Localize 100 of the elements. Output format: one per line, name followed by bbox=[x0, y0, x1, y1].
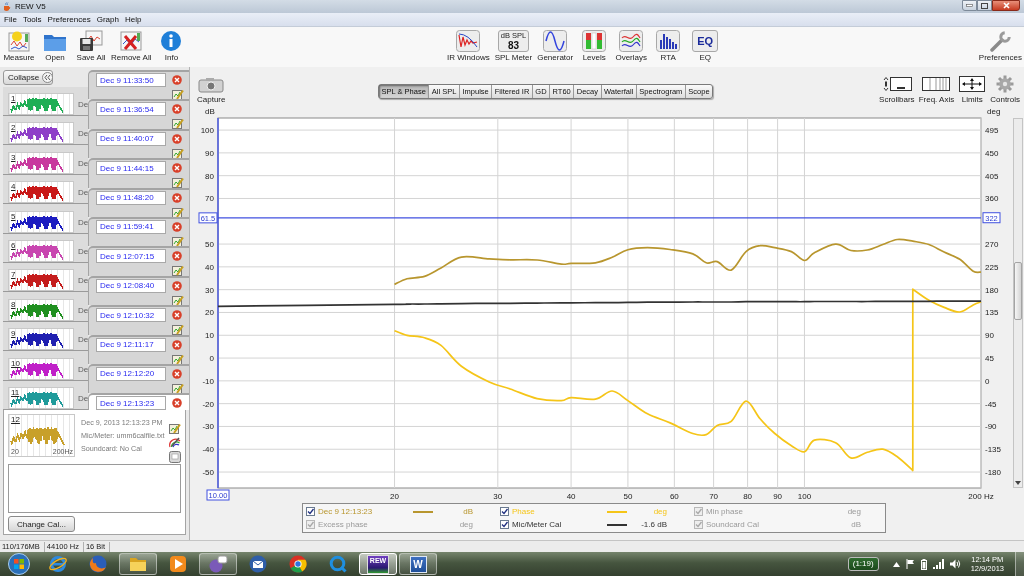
change-cal-button[interactable]: Change Cal... bbox=[8, 516, 75, 533]
tricolor-circle-icon[interactable] bbox=[288, 554, 308, 574]
taskbar-button[interactable] bbox=[199, 553, 237, 575]
start-orb-icon[interactable] bbox=[8, 553, 30, 575]
measurement-tab[interactable]: Dec 9 12:13:23 bbox=[88, 393, 189, 411]
measurement-name-field[interactable]: Dec 9 11:44:15 bbox=[96, 161, 166, 176]
measurement-tab[interactable]: Dec 9 11:48:20 bbox=[88, 187, 189, 217]
measurement-tab[interactable]: Dec 9 11:59:41 bbox=[88, 216, 189, 247]
measurement-row[interactable]: 1 De bbox=[3, 86, 88, 116]
marker-line[interactable] bbox=[217, 217, 982, 219]
measurement-row[interactable]: 8 De bbox=[3, 292, 88, 322]
close-icon[interactable] bbox=[172, 133, 182, 144]
checkbox-icon[interactable] bbox=[500, 507, 509, 516]
measurement-tab[interactable]: Dec 9 12:08:40 bbox=[88, 275, 189, 306]
measurement-row[interactable]: 5 De bbox=[3, 204, 88, 234]
envelope-icon[interactable] bbox=[248, 554, 268, 574]
speaker-icon[interactable] bbox=[949, 559, 961, 569]
preferences-button[interactable]: Preferences bbox=[978, 30, 1022, 63]
measurement-tab[interactable]: Dec 9 12:11:17 bbox=[88, 334, 189, 364]
close-icon[interactable] bbox=[172, 310, 182, 321]
close-icon[interactable] bbox=[172, 75, 182, 85]
q-ring-icon[interactable] bbox=[328, 554, 348, 574]
close-icon[interactable] bbox=[172, 339, 182, 350]
graph-thumbnail[interactable]: 4 bbox=[8, 181, 74, 204]
capture-button[interactable]: Capture bbox=[197, 77, 226, 104]
ir-windows-button[interactable]: IR Windows bbox=[447, 30, 490, 63]
graph-thumbnail[interactable]: 7 bbox=[8, 269, 74, 292]
overlays-button[interactable]: Overlays bbox=[615, 30, 648, 63]
measurement-name-field[interactable]: Dec 9 12:12:20 bbox=[96, 366, 166, 381]
scrollbar-thumb[interactable] bbox=[1014, 262, 1022, 320]
menu-item[interactable]: Tools bbox=[19, 15, 45, 24]
close-icon[interactable] bbox=[172, 251, 182, 262]
graph-thumbnail[interactable]: 6 bbox=[8, 239, 74, 262]
measurement-row[interactable]: 7 De bbox=[3, 262, 88, 293]
scroll-down-arrow-icon[interactable] bbox=[1015, 481, 1021, 485]
measurement-name-field[interactable]: Dec 9 11:40:07 bbox=[96, 131, 166, 146]
close-icon[interactable] bbox=[172, 398, 182, 409]
color-arc-icon[interactable] bbox=[169, 437, 181, 449]
menu-item[interactable]: File bbox=[1, 15, 20, 24]
notes-field[interactable] bbox=[8, 464, 181, 514]
measurement-row[interactable]: 3 De bbox=[3, 145, 88, 175]
graph-thumbnail[interactable]: 10 bbox=[8, 357, 74, 380]
close-icon[interactable] bbox=[172, 221, 182, 232]
measurement-tab[interactable]: Dec 9 11:36:54 bbox=[88, 99, 189, 129]
collapse-button[interactable]: Collapse bbox=[3, 70, 53, 85]
show-desktop-button[interactable] bbox=[1015, 552, 1024, 576]
measurement-tab[interactable]: Dec 9 12:07:15 bbox=[88, 246, 189, 276]
taskbar-button[interactable]: W bbox=[399, 553, 437, 575]
measurement-tab[interactable]: Dec 9 12:12:20 bbox=[88, 363, 189, 394]
levels-button[interactable]: Levels bbox=[578, 30, 611, 63]
measurement-row[interactable]: 11 De bbox=[3, 380, 88, 410]
battery-badge[interactable]: (1:19) bbox=[847, 557, 879, 571]
menu-item[interactable]: Graph bbox=[93, 15, 122, 24]
measurement-row[interactable]: 4 De bbox=[3, 174, 88, 205]
scrollbars-button[interactable]: Scrollbars bbox=[879, 75, 915, 104]
checkbox-icon[interactable] bbox=[500, 520, 509, 529]
battery-icon[interactable] bbox=[920, 558, 927, 570]
close-icon[interactable] bbox=[172, 368, 182, 379]
up-arrow-icon[interactable] bbox=[892, 561, 900, 567]
measurement-tab[interactable]: Dec 9 12:10:32 bbox=[88, 305, 189, 335]
graph-thumbnail[interactable]: 5 bbox=[8, 210, 74, 233]
measurement-row[interactable]: 2 De bbox=[3, 116, 88, 146]
close-icon[interactable] bbox=[172, 104, 182, 115]
measurement-name-field[interactable]: Dec 9 11:33:50 bbox=[96, 73, 166, 87]
measurement-tab[interactable]: Dec 9 11:40:07 bbox=[88, 128, 189, 159]
play-icon[interactable] bbox=[168, 554, 188, 574]
signal-bars-icon[interactable] bbox=[932, 559, 944, 569]
rta-button[interactable]: RTA bbox=[652, 30, 685, 63]
globe-icon[interactable] bbox=[88, 554, 108, 574]
info-button[interactable]: Info bbox=[155, 30, 188, 63]
chart-pencil-icon[interactable] bbox=[169, 423, 181, 435]
generator-button[interactable]: Generator bbox=[537, 30, 574, 63]
checkbox-icon[interactable] bbox=[306, 507, 315, 516]
measure-button[interactable]: Measure bbox=[3, 30, 35, 63]
vertical-scrollbar[interactable] bbox=[1013, 118, 1023, 488]
controls-button[interactable]: Controls bbox=[990, 75, 1020, 104]
open-button[interactable]: Open bbox=[39, 30, 71, 63]
orbit-ring-icon[interactable] bbox=[48, 554, 68, 574]
save-all-button[interactable]: Save All bbox=[75, 30, 107, 63]
graph-thumbnail[interactable]: 1 bbox=[8, 93, 74, 115]
limits-button[interactable]: Limits bbox=[958, 75, 987, 104]
measurement-name-field[interactable]: Dec 9 12:07:15 bbox=[96, 249, 166, 264]
measurement-name-field[interactable]: Dec 9 11:36:54 bbox=[96, 102, 166, 117]
graph-thumbnail[interactable]: 9 bbox=[8, 328, 74, 351]
graph-thumbnail[interactable]: 3 bbox=[8, 151, 74, 174]
remove-all-button[interactable]: Remove All bbox=[111, 30, 152, 63]
measurement-name-field[interactable]: Dec 9 12:11:17 bbox=[96, 337, 166, 352]
measurement-name-field[interactable]: Dec 9 11:48:20 bbox=[96, 190, 166, 205]
graph-thumbnail[interactable]: 11 bbox=[8, 386, 74, 409]
small-panel-icon[interactable] bbox=[169, 451, 181, 464]
close-icon[interactable] bbox=[172, 163, 182, 174]
measurement-name-field[interactable]: Dec 9 12:08:40 bbox=[96, 278, 166, 293]
measurement-row[interactable]: 9 De bbox=[3, 321, 88, 352]
freq-axis-button[interactable]: Freq. Axis bbox=[918, 75, 955, 104]
measurement-tab[interactable]: Dec 9 11:33:50 bbox=[88, 70, 189, 100]
graph-thumbnail[interactable]: 8 bbox=[8, 298, 74, 321]
graph-thumbnail[interactable]: 2 bbox=[8, 122, 74, 145]
measurement-name-field[interactable]: Dec 9 12:13:23 bbox=[96, 396, 166, 411]
flag-icon[interactable] bbox=[905, 559, 915, 569]
close-icon[interactable] bbox=[172, 280, 182, 291]
